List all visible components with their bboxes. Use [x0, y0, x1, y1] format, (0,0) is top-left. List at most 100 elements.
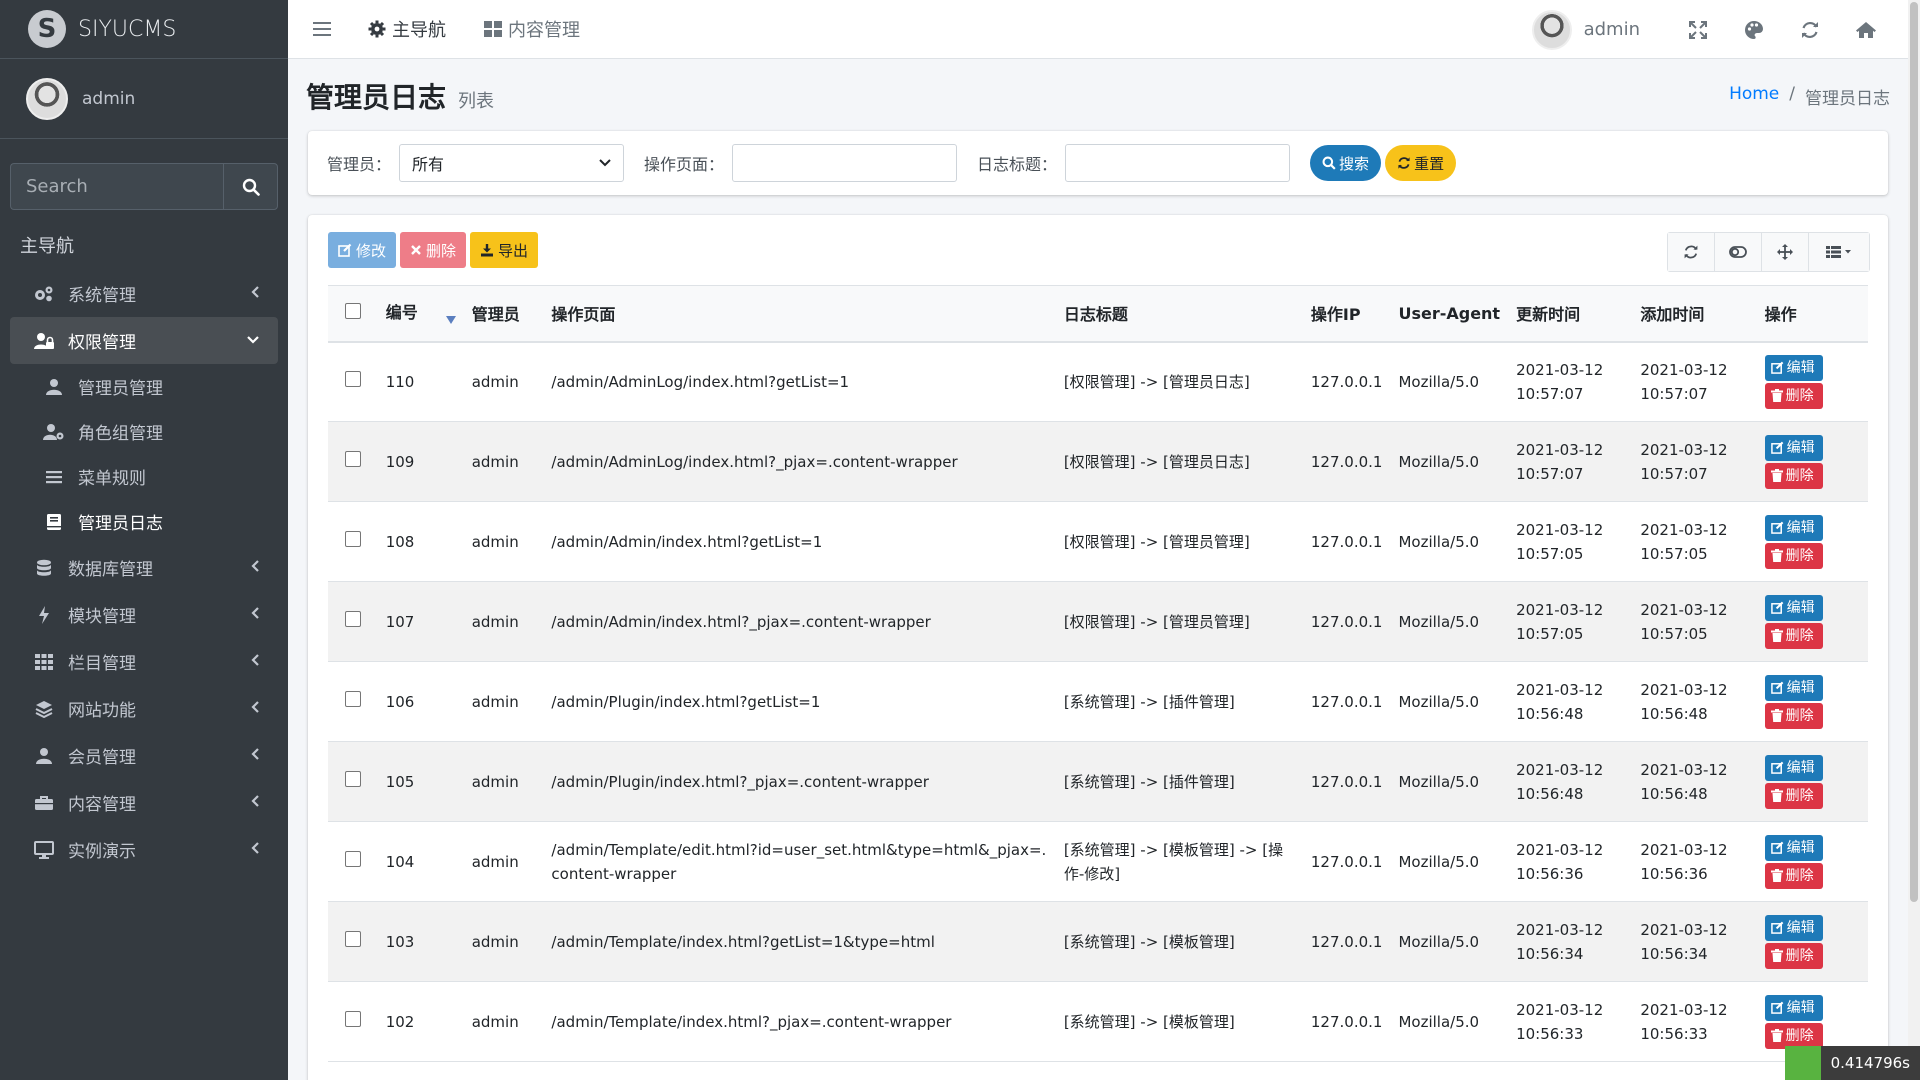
added-time: 10:56:36	[1640, 864, 1708, 883]
table-row[interactable]: 103 admin/admin/Template/index.html?getLi…	[328, 901, 1868, 982]
row-checkbox[interactable]	[344, 690, 361, 707]
search-input[interactable]	[10, 163, 223, 210]
sidebar-item-admin-manage[interactable]: 管理员管理	[10, 364, 278, 409]
updated-time: 10:57:07	[1516, 464, 1584, 483]
sidebar-item-demo[interactable]: 实例演示	[10, 826, 278, 873]
sidebar-user-name[interactable]: admin	[82, 89, 135, 109]
sidebar-item-system[interactable]: 系统管理	[10, 270, 278, 317]
row-checkbox[interactable]	[344, 450, 361, 467]
row-checkbox[interactable]	[344, 770, 361, 787]
row-edit-button[interactable]: 编辑	[1764, 594, 1823, 621]
table-row[interactable]: 108 admin/admin/Admin/index.html?getList=…	[328, 501, 1868, 582]
col-added-header[interactable]: 添加时间	[1632, 285, 1757, 343]
added-date: 2021-03-12	[1640, 440, 1728, 459]
select-all-checkbox[interactable]	[344, 303, 361, 320]
sidebar-item-database[interactable]: 数据库管理	[10, 544, 278, 591]
col-ua-header[interactable]: User-Agent	[1390, 285, 1509, 343]
table-refresh-button[interactable]	[1668, 233, 1715, 271]
breadcrumb-home[interactable]: Home	[1729, 84, 1779, 109]
col-title-header[interactable]: 日志标题	[1055, 285, 1303, 343]
avatar[interactable]	[26, 77, 68, 120]
page-scrollbar[interactable]	[1908, 0, 1920, 1080]
col-updated-header[interactable]: 更新时间	[1508, 285, 1633, 343]
toolbar-edit-button[interactable]: 修改	[328, 232, 397, 268]
row-delete-button[interactable]: 删除	[1764, 702, 1823, 729]
row-delete-button[interactable]: 删除	[1764, 782, 1823, 809]
admin-select[interactable]: 所有	[399, 144, 625, 182]
top-nav-main[interactable]: 主导航	[368, 16, 446, 42]
table-columns-dropdown[interactable]	[1809, 233, 1869, 271]
row-delete-button[interactable]: 删除	[1764, 862, 1823, 889]
sidebar-item-content[interactable]: 内容管理	[10, 779, 278, 826]
title-filter-input[interactable]	[1065, 144, 1291, 182]
scrollbar-thumb[interactable]	[1910, 2, 1918, 902]
sidebar-item-menu-rules[interactable]: 菜单规则	[10, 454, 278, 499]
row-checkbox[interactable]	[344, 610, 361, 627]
table-row[interactable]: 102 admin/admin/Template/index.html?_pjax…	[328, 981, 1868, 1062]
sidebar-item-site-features[interactable]: 网站功能	[10, 685, 278, 732]
row-edit-button[interactable]: 编辑	[1764, 994, 1823, 1021]
col-page-header[interactable]: 操作页面	[543, 285, 1056, 343]
row-delete-button[interactable]: 删除	[1764, 462, 1823, 489]
col-id-header[interactable]: 编号	[377, 285, 464, 343]
row-edit-button[interactable]: 编辑	[1764, 754, 1823, 781]
sidebar-item-module[interactable]: 模块管理	[10, 591, 278, 638]
row-edit-button[interactable]: 编辑	[1764, 834, 1823, 861]
sidebar-item-admin-log[interactable]: 管理员日志	[10, 499, 278, 544]
edit-icon	[1770, 441, 1784, 454]
table-row[interactable]: 105 admin/admin/Plugin/index.html?_pjax=.…	[328, 741, 1868, 822]
reset-filter-button[interactable]: 重置	[1385, 145, 1457, 181]
nav-header: 主导航	[20, 236, 74, 257]
table-toggle-view-button[interactable]	[1715, 233, 1762, 271]
search-filter-button[interactable]: 搜索	[1310, 145, 1382, 181]
updated-time: 10:56:34	[1516, 944, 1584, 963]
sidebar-item-column[interactable]: 栏目管理	[10, 638, 278, 685]
row-delete-button[interactable]: 删除	[1764, 382, 1823, 409]
toolbar-delete-button[interactable]: 删除	[400, 232, 467, 268]
toolbar-export-button[interactable]: 导出	[470, 232, 539, 268]
row-edit-button[interactable]: 编辑	[1764, 354, 1823, 381]
database-icon	[32, 559, 56, 577]
row-delete-button[interactable]: 删除	[1764, 622, 1823, 649]
brand-name: SIYUCMS	[78, 16, 177, 42]
sidebar-item-permission[interactable]: 权限管理	[10, 317, 278, 364]
top-user-menu[interactable]: admin	[1531, 9, 1640, 50]
theme-button[interactable]	[1726, 20, 1782, 40]
table-row[interactable]: 110 admin/admin/AdminLog/index.html?getLi…	[328, 341, 1868, 422]
row-edit-button[interactable]: 编辑	[1764, 434, 1823, 461]
row-delete-button[interactable]: 删除	[1764, 1022, 1823, 1049]
row-edit-button[interactable]: 编辑	[1764, 914, 1823, 941]
home-button[interactable]	[1838, 21, 1894, 39]
table-row[interactable]: 104 admin/admin/Template/edit.html?id=use…	[328, 821, 1868, 902]
row-checkbox[interactable]	[344, 530, 361, 547]
row-delete-button[interactable]: 删除	[1764, 942, 1823, 969]
table-row[interactable]: 106 admin/admin/Plugin/index.html?getList…	[328, 661, 1868, 742]
cell-added: 2021-03-12 10:56:48	[1632, 741, 1757, 822]
table-drag-button[interactable]	[1762, 233, 1809, 271]
table-row[interactable]: 107 admin/admin/Admin/index.html?_pjax=.c…	[328, 581, 1868, 662]
col-ip-header[interactable]: 操作IP	[1302, 285, 1391, 343]
chevron-down-icon	[599, 159, 611, 167]
top-nav-content[interactable]: 内容管理	[484, 16, 580, 42]
page-filter-input[interactable]	[732, 144, 958, 182]
row-checkbox[interactable]	[344, 850, 361, 867]
fullscreen-button[interactable]	[1670, 20, 1726, 39]
brand[interactable]: S SIYUCMS	[0, 0, 288, 59]
sidebar-item-role-manage[interactable]: 角色组管理	[10, 409, 278, 454]
cell-id: 106	[377, 661, 464, 742]
row-checkbox[interactable]	[344, 370, 361, 387]
row-edit-button[interactable]: 编辑	[1764, 674, 1823, 701]
cell-ip: 127.0.0.1	[1302, 581, 1391, 662]
table-row[interactable]: 109 admin/admin/AdminLog/index.html?_pjax…	[328, 421, 1868, 502]
refresh-button[interactable]	[1782, 20, 1838, 40]
added-time: 10:56:48	[1640, 784, 1708, 803]
row-edit-button[interactable]: 编辑	[1764, 514, 1823, 541]
row-checkbox[interactable]	[344, 930, 361, 947]
row-delete-button[interactable]: 删除	[1764, 542, 1823, 569]
col-admin-header[interactable]: 管理员	[463, 285, 544, 343]
sidebar-item-member[interactable]: 会员管理	[10, 732, 278, 779]
menu-toggle-button[interactable]	[310, 21, 334, 37]
search-button[interactable]	[223, 163, 278, 210]
row-checkbox[interactable]	[344, 1010, 361, 1027]
sort-desc-icon[interactable]	[445, 309, 456, 328]
